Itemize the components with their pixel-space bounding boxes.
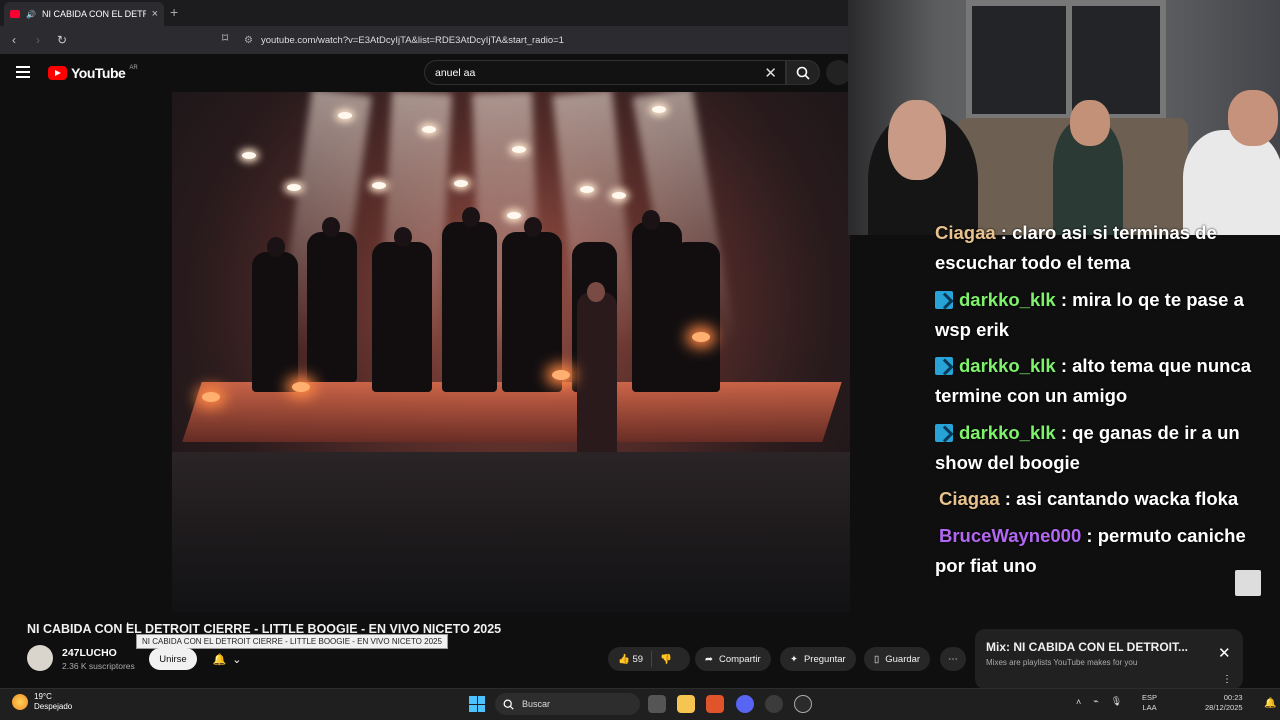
chat-avatar — [1235, 570, 1261, 596]
save-icon: ▯ — [874, 653, 880, 665]
hamburger-menu-icon[interactable] — [16, 66, 30, 78]
like-dislike-group: 👍 59 👎 — [608, 647, 690, 671]
channel-avatar[interactable] — [27, 645, 53, 671]
text-cursor-icon: I — [126, 620, 130, 634]
address-url: youtube.com/watch?v=E3AtDcyIjTA&list=RDE… — [260, 34, 564, 46]
search-icon — [796, 66, 810, 80]
like-button[interactable]: 👍 59 — [618, 654, 643, 665]
youtube-favicon-icon — [10, 10, 20, 18]
language-code: ESP — [1142, 693, 1158, 702]
chat-username: darkko_klk — [959, 422, 1056, 443]
chat-message: darkko_klk : alto tema que nunca termine… — [935, 355, 1252, 406]
youtube-logo-text: YouTube — [71, 65, 126, 81]
join-button[interactable]: Unirse — [149, 648, 197, 670]
bell-icon: 🔔 — [212, 653, 227, 666]
dislike-button[interactable]: 👎 — [660, 654, 672, 665]
search-icon — [503, 699, 514, 710]
youtube-play-logo-icon — [48, 66, 67, 80]
taskbar-search-label: Buscar — [522, 699, 551, 709]
stream-chat: Ciagaa : claro asi si terminas de escuch… — [935, 222, 1280, 616]
chat-username: darkko_klk — [959, 289, 1056, 310]
notification-bell-icon[interactable]: 🔔 — [1264, 698, 1276, 709]
mix-more-icon[interactable]: ⋮ — [1222, 674, 1232, 685]
chevron-up-icon[interactable]: ˄ — [1076, 697, 1081, 707]
chat-username: Ciagaa — [935, 222, 996, 243]
reload-icon[interactable]: ↻ — [52, 33, 72, 47]
clock-time: 00:23 — [1223, 693, 1243, 702]
sparkle-icon: ✦ — [790, 653, 798, 665]
chat-message: BruceWayne000 : permuto caniche por fiat… — [935, 525, 1246, 576]
chat-username: Ciagaa — [939, 488, 1000, 509]
back-icon[interactable]: ‹ — [4, 33, 24, 47]
streamer-webcam — [848, 0, 1280, 235]
mix-title[interactable]: Mix: NI CABIDA CON EL DETROIT... — [986, 640, 1188, 654]
share-icon: ➦ — [705, 653, 713, 665]
file-explorer-icon[interactable] — [677, 695, 695, 713]
title-tooltip: NI CABIDA CON EL DETROIT CIERRE - LITTLE… — [136, 634, 448, 649]
audio-playing-icon[interactable]: 🔊 — [26, 10, 36, 19]
clock-date: 28/12/2025 — [1205, 703, 1243, 712]
more-icon: ⋯ — [948, 653, 958, 665]
microphone-icon[interactable]: 🎙 — [1111, 696, 1122, 707]
app-icon[interactable] — [765, 695, 783, 713]
chat-message: Ciagaa : asi cantando wacka floka — [939, 488, 1239, 509]
share-button[interactable]: ➦ Compartir — [695, 647, 771, 671]
more-actions-button[interactable]: ⋯ — [940, 647, 966, 671]
search-input[interactable]: anuel aa ✕ — [424, 60, 786, 85]
site-settings-icon[interactable]: ⚙ — [244, 35, 253, 46]
notification-button[interactable]: 🔔 ⌄ — [204, 648, 250, 670]
close-tab-icon[interactable]: × — [152, 8, 158, 20]
language-indicator[interactable]: ESP LAA — [1142, 693, 1157, 713]
forward-icon[interactable]: › — [28, 33, 48, 47]
close-mix-icon[interactable]: ✕ — [1218, 644, 1231, 662]
share-label: Compartir — [718, 653, 761, 665]
search-query: anuel aa — [435, 66, 476, 79]
chevron-down-icon: ⌄ — [232, 653, 242, 666]
system-tray: ˄ ⌁ 🎙 — [1076, 696, 1122, 707]
subscriber-badge-icon — [935, 424, 953, 442]
bookmark-icon[interactable]: ⌑ — [222, 31, 228, 45]
ask-label: Preguntar — [803, 653, 846, 665]
weather-temp: 19°C — [34, 692, 52, 701]
clock[interactable]: 00:23 28/12/2025 — [1205, 693, 1243, 713]
new-tab-button[interactable]: + — [170, 4, 178, 20]
discord-icon[interactable] — [736, 695, 754, 713]
save-button[interactable]: ▯ Guardar — [864, 647, 931, 671]
media-player-icon[interactable] — [794, 695, 812, 713]
task-view-icon[interactable] — [648, 695, 666, 713]
sun-icon — [12, 694, 28, 710]
weather-condition: Despejado — [34, 702, 73, 711]
chat-username: darkko_klk — [959, 355, 1056, 376]
like-count: 59 — [632, 653, 644, 665]
concert-scene — [172, 92, 850, 612]
youtube-logo[interactable]: YouTube AR — [48, 65, 138, 81]
chat-text: asi cantando wacka floka — [1016, 488, 1239, 509]
chat-message: darkko_klk : mira lo qe te pase a wsp er… — [935, 289, 1244, 340]
clear-search-icon[interactable]: ✕ — [764, 64, 777, 82]
video-player[interactable] — [172, 92, 850, 612]
subscriber-badge-icon — [935, 357, 953, 375]
save-label: Guardar — [885, 653, 921, 665]
network-icon[interactable]: ⌁ — [1093, 696, 1098, 707]
country-code: AR — [129, 65, 138, 71]
channel-name[interactable]: 247LUCHO — [62, 647, 117, 659]
ask-button[interactable]: ✦ Preguntar — [780, 647, 856, 671]
chat-username: BruceWayne000 — [939, 525, 1082, 546]
windows-start-icon[interactable] — [469, 696, 485, 712]
weather-widget[interactable]: 19°C Despejado — [12, 692, 72, 712]
subscriber-badge-icon — [935, 291, 953, 309]
tab-title: NI CABIDA CON EL DETROIT — [41, 9, 146, 19]
chat-message: darkko_klk : qe ganas de ir a un show de… — [935, 422, 1240, 473]
address-bar[interactable]: ⚙ youtube.com/watch?v=E3AtDcyIjTA&list=R… — [244, 30, 848, 50]
browser-tab[interactable]: 🔊 NI CABIDA CON EL DETROIT × — [4, 2, 164, 26]
search-button[interactable] — [786, 60, 820, 85]
brave-browser-icon[interactable] — [706, 695, 724, 713]
chat-message: Ciagaa : claro asi si terminas de escuch… — [935, 222, 1217, 273]
subscriber-count: 2.36 K suscriptores — [62, 661, 135, 671]
taskbar-search[interactable]: Buscar — [495, 693, 640, 715]
mix-subtitle: Mixes are playlists YouTube makes for yo… — [986, 658, 1138, 667]
keyboard-layout: LAA — [1142, 703, 1157, 712]
